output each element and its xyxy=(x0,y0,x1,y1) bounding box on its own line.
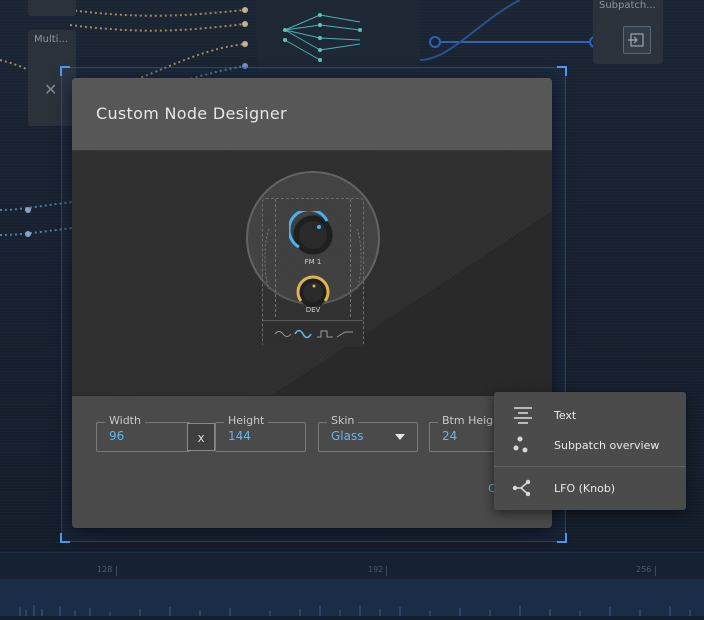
branch-icon xyxy=(512,478,534,498)
timeline-tick xyxy=(116,566,117,576)
node-preview-card[interactable]: FM 1 DEV xyxy=(262,198,364,347)
height-label: Height xyxy=(224,414,269,427)
height-value[interactable]: 144 xyxy=(228,429,251,443)
subpatch-enter-icon[interactable] xyxy=(623,26,651,54)
timeline-waveform-strip xyxy=(0,579,704,616)
bg-node-top[interactable] xyxy=(28,0,76,16)
menu-item-text[interactable]: Text xyxy=(494,401,686,429)
menu-item-lfo-knob[interactable]: LFO (Knob) xyxy=(494,474,686,502)
square-wave-icon xyxy=(317,330,333,338)
custom-node-designer-dialog: Custom Node Designer FM 1 DEV Width 96 x… xyxy=(72,78,552,528)
add-element-menu: Text Subpatch overview LFO (Knob) xyxy=(494,392,686,510)
node-preview-canvas[interactable]: FM 1 DEV + xyxy=(72,151,552,446)
width-field[interactable]: Width 96 xyxy=(96,414,190,452)
fm1-knob[interactable] xyxy=(287,208,337,259)
triangle-wave-icon xyxy=(294,329,312,339)
timeline-marker: 192 xyxy=(368,565,384,574)
fm1-knob-label: FM 1 xyxy=(304,258,322,266)
chevron-down-icon[interactable] xyxy=(395,434,405,440)
dev-knob-label: DEV xyxy=(305,306,321,314)
timeline-tick xyxy=(655,566,656,576)
menu-item-label: Subpatch overview xyxy=(554,439,660,452)
menu-item-subpatch-overview[interactable]: Subpatch overview xyxy=(494,431,686,459)
waveform-selector[interactable] xyxy=(263,320,363,347)
skin-value: Glass xyxy=(331,429,364,443)
timeline-tick xyxy=(386,566,387,576)
width-value[interactable]: 96 xyxy=(109,429,124,443)
skin-label: Skin xyxy=(327,414,359,427)
dev-knob[interactable] xyxy=(296,275,330,309)
bg-node-multi-label: Multi... xyxy=(34,34,68,45)
btm-height-value[interactable]: 24 xyxy=(442,429,457,443)
bg-node-subpatch[interactable]: Subpatch... xyxy=(593,0,663,64)
text-align-icon xyxy=(512,405,534,425)
frame-corner xyxy=(60,533,70,543)
bg-node-subpatch-label: Subpatch... xyxy=(599,0,656,11)
timeline-marker: 128 xyxy=(97,565,113,574)
frame-corner xyxy=(557,533,567,543)
sine-wave-icon xyxy=(274,331,292,337)
width-label: Width xyxy=(105,414,145,427)
frame-corner xyxy=(60,66,70,76)
dimension-separator: x xyxy=(187,423,215,451)
dialog-header: Custom Node Designer xyxy=(72,78,552,151)
subpatch-dots-icon xyxy=(512,435,534,455)
frame-corner xyxy=(557,66,567,76)
timeline-ruler[interactable]: 128 192 256 xyxy=(0,552,704,616)
timeline-marker: 256 xyxy=(636,565,652,574)
skin-dropdown[interactable]: Skin Glass xyxy=(318,414,418,452)
menu-divider xyxy=(494,466,686,467)
dialog-title: Custom Node Designer xyxy=(96,104,287,123)
saw-wave-icon xyxy=(336,331,353,338)
menu-item-label: LFO (Knob) xyxy=(554,482,616,495)
height-field[interactable]: Height 144 xyxy=(215,414,306,452)
close-icon[interactable]: ✕ xyxy=(44,80,57,99)
menu-item-label: Text xyxy=(554,409,577,422)
